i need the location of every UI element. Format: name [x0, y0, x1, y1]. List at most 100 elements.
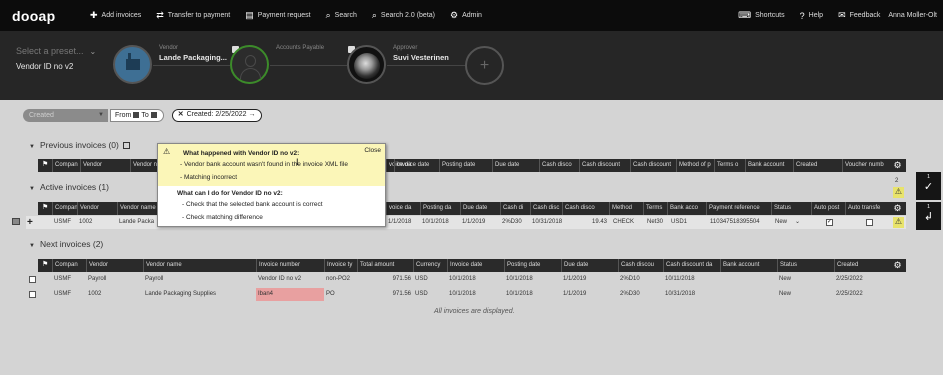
- nav-feedback[interactable]: ✉ Feedback: [838, 10, 880, 21]
- column-header[interactable]: Bank account: [720, 259, 777, 272]
- column-header[interactable]: Due date: [561, 259, 618, 272]
- column-header[interactable]: Vendor n: [130, 159, 158, 172]
- issue-title: What happened with Vendor ID no v2:: [183, 150, 300, 157]
- next-table-header: ⚑ Compan Vendor Vendor name Invoice numb…: [38, 259, 906, 272]
- column-header[interactable]: Created: [793, 159, 842, 172]
- active-filter-chip[interactable]: ✕ Created: 2/25/2022 →: [171, 109, 262, 122]
- column-header[interactable]: Cash disc: [530, 202, 562, 215]
- checkbox[interactable]: [122, 142, 130, 150]
- column-header[interactable]: Bank account: [745, 159, 793, 172]
- column-header[interactable]: Invoice number: [256, 259, 324, 272]
- column-header[interactable]: Compan: [52, 159, 80, 172]
- column-header[interactable]: Posting da: [420, 202, 460, 215]
- add-approver-button[interactable]: +: [465, 46, 504, 85]
- flag-icon[interactable]: ⚑: [42, 204, 48, 211]
- date-range-input[interactable]: From To: [110, 109, 164, 122]
- warning-icon[interactable]: ⚠: [893, 187, 904, 198]
- issue-item: - Matching incorrect: [180, 174, 238, 181]
- date-field-select[interactable]: Created ▼: [23, 109, 108, 122]
- nav-transfer-to-payment[interactable]: ⇄ Transfer to payment: [156, 10, 230, 21]
- column-header[interactable]: Terms: [643, 202, 667, 215]
- nav-admin[interactable]: ⚙ Admin: [450, 10, 482, 21]
- calendar-icon[interactable]: [150, 112, 157, 119]
- expand-plus-icon[interactable]: +: [27, 216, 33, 229]
- column-header[interactable]: Cash di: [500, 202, 530, 215]
- column-header[interactable]: Vendor: [77, 202, 117, 215]
- column-header[interactable]: Method of p: [676, 159, 714, 172]
- nav-shortcuts[interactable]: ⌨ Shortcuts: [738, 10, 785, 21]
- row-checkbox[interactable]: [29, 291, 36, 298]
- column-header[interactable]: Invoice date: [447, 259, 504, 272]
- row-checkbox[interactable]: [29, 276, 36, 283]
- column-header[interactable]: Due date: [460, 202, 500, 215]
- nav-payment-request[interactable]: ▤ Payment request: [245, 10, 310, 21]
- table-row[interactable]: USMF Payroll Payroll Vendor ID no v2 non…: [26, 273, 906, 286]
- column-header[interactable]: Compan: [52, 259, 86, 272]
- column-header[interactable]: Payment reference: [706, 202, 771, 215]
- column-header[interactable]: Cash discou: [618, 259, 663, 272]
- gear-icon[interactable]: ⚙: [892, 203, 903, 214]
- row-expand-toggle[interactable]: [12, 218, 20, 225]
- column-header[interactable]: Invoice date: [394, 159, 439, 172]
- auto-post-checkbox[interactable]: ✓: [826, 219, 833, 226]
- column-header[interactable]: Cash disco: [539, 159, 579, 172]
- column-header[interactable]: Cash discount da: [663, 259, 720, 272]
- warning-icon[interactable]: ⚠: [893, 217, 904, 228]
- flag-icon[interactable]: ⚑: [42, 161, 48, 168]
- collapse-arrow-icon: ▼: [29, 243, 35, 249]
- approver-avatar[interactable]: [347, 45, 386, 84]
- next-invoices-header[interactable]: ▼ Next invoices (2): [29, 239, 103, 249]
- column-header[interactable]: Currency: [413, 259, 447, 272]
- column-header[interactable]: Method: [609, 202, 643, 215]
- table-row[interactable]: USMF 1002 Lande Packaging Supplies Iban4…: [26, 288, 906, 301]
- auto-transfer-checkbox[interactable]: [866, 219, 873, 226]
- column-header[interactable]: Due date: [492, 159, 539, 172]
- column-header[interactable]: Voucher numb: [842, 159, 890, 172]
- close-icon[interactable]: ✕: [178, 111, 184, 118]
- column-header[interactable]: voice da: [386, 202, 420, 215]
- column-header[interactable]: Posting date: [504, 259, 561, 272]
- column-header[interactable]: Created: [834, 259, 891, 272]
- calendar-icon[interactable]: [133, 112, 140, 119]
- active-invoices-header[interactable]: ▼ Active invoices (1): [29, 182, 109, 192]
- column-header[interactable]: Auto post: [811, 202, 845, 215]
- column-header[interactable]: Auto transfe: [845, 202, 890, 215]
- top-navigation-bar: dooap ✚ Add invoices ⇄ Transfer to payment…: [0, 0, 943, 31]
- accounts-payable-step-avatar[interactable]: [230, 45, 269, 84]
- nav-add-invoices[interactable]: ✚ Add invoices: [90, 10, 141, 21]
- gear-icon[interactable]: ⚙: [892, 160, 903, 171]
- column-header[interactable]: Cash disco: [562, 202, 609, 215]
- column-header[interactable]: Vendor: [80, 159, 130, 172]
- app-logo[interactable]: dooap: [12, 8, 90, 24]
- column-header[interactable]: Invoice ty: [324, 259, 357, 272]
- column-header[interactable]: Bank acco: [667, 202, 706, 215]
- nav-search-beta[interactable]: ⌕ Search 2.0 (beta): [372, 10, 435, 21]
- flag-icon[interactable]: ⚑: [42, 261, 48, 268]
- column-header[interactable]: Compan: [52, 202, 77, 215]
- close-button[interactable]: Close: [364, 147, 381, 154]
- vendor-step-avatar[interactable]: [113, 45, 152, 84]
- return-button[interactable]: 1 ↲: [916, 202, 941, 230]
- preset-select[interactable]: Select a preset... ⌄: [16, 46, 96, 56]
- transfer-icon: ⇄: [156, 10, 164, 20]
- column-header[interactable]: Vendor name: [117, 202, 157, 215]
- invoice-number-mismatch: Iban4: [256, 288, 324, 301]
- status-select[interactable]: New ⌄: [773, 216, 813, 229]
- column-header[interactable]: Cash discount: [630, 159, 676, 172]
- column-header[interactable]: Total amount: [357, 259, 413, 272]
- column-header[interactable]: Cash discount: [579, 159, 630, 172]
- nav-help[interactable]: ? Help: [800, 11, 823, 21]
- column-header[interactable]: Status: [771, 202, 811, 215]
- help-icon: ?: [799, 10, 805, 21]
- column-header[interactable]: Terms o: [714, 159, 745, 172]
- gear-icon[interactable]: ⚙: [892, 260, 903, 271]
- column-header[interactable]: Status: [777, 259, 834, 272]
- column-header[interactable]: Posting date: [439, 159, 492, 172]
- previous-invoices-header[interactable]: ▼ Previous invoices (0): [29, 140, 130, 150]
- user-name[interactable]: Anna Moller-Olt: [888, 12, 937, 19]
- admin-icon: ⚙: [450, 10, 459, 20]
- column-header[interactable]: Vendor name: [143, 259, 256, 272]
- approve-button[interactable]: 1 ✓: [916, 172, 941, 200]
- column-header[interactable]: Vendor: [86, 259, 143, 272]
- nav-search[interactable]: ⌕ Search: [326, 10, 357, 21]
